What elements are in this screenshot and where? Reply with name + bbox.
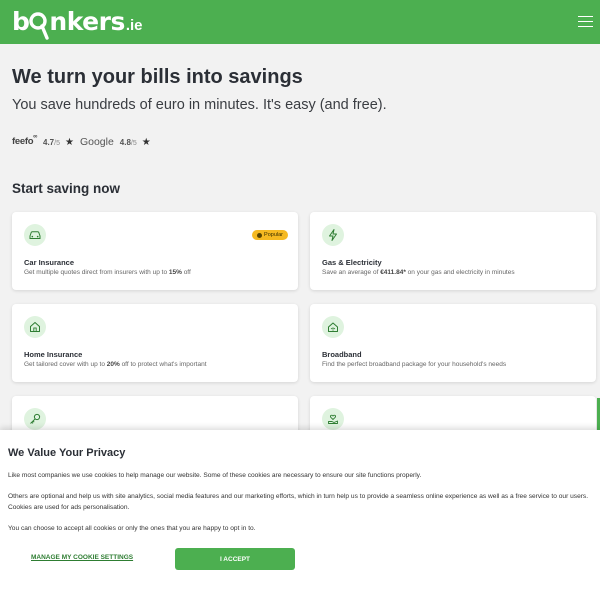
cookie-title: We Value Your Privacy [8, 447, 126, 459]
card-broadband[interactable]: Broadband Find the perfect broadband pac… [310, 304, 596, 382]
feefo-score: 4.7/5 [43, 137, 60, 147]
card-description: Get multiple quotes direct from insurers… [24, 269, 191, 276]
magnifier-o-icon [29, 7, 50, 40]
logo-brand-rest: nkers [49, 7, 125, 36]
google-score: 4.8/5 [119, 137, 137, 147]
cookie-paragraph-1: Like most companies we use cookies to he… [8, 472, 422, 479]
popular-badge: Popular [252, 230, 288, 240]
card-home-insurance[interactable]: Home Insurance Get tailored cover with u… [12, 304, 298, 382]
hero-subtitle: You save hundreds of euro in minutes. It… [12, 97, 387, 113]
star-icon: ★ [141, 136, 151, 148]
cookie-paragraph-3: You can choose to accept all cookies or … [8, 525, 256, 532]
card-gas-electricity[interactable]: Gas & Electricity Save an average of €41… [310, 212, 596, 290]
card-title: Broadband [322, 350, 362, 359]
car-icon [24, 224, 46, 246]
manage-cookie-settings-link[interactable]: MANAGE MY COOKIE SETTINGS [31, 554, 133, 561]
section-title: Start saving now [12, 181, 121, 196]
site-header: b nkers .ie [0, 0, 600, 44]
cookie-consent-banner: We Value Your Privacy Like most companie… [0, 430, 600, 600]
star-badge-icon [257, 232, 263, 238]
house-icon [24, 316, 46, 338]
broadband-house-icon [322, 316, 344, 338]
hand-heart-icon [322, 408, 344, 430]
cookie-paragraph-2: Others are optional and help us with sit… [8, 493, 589, 511]
card-car-insurance[interactable]: Popular Car Insurance Get multiple quote… [12, 212, 298, 290]
card-title: Home Insurance [24, 350, 83, 359]
logo-brand-text: b [12, 7, 30, 36]
star-icon: ★ [64, 136, 74, 148]
card-description: Save an average of €411.84* on your gas … [322, 269, 515, 276]
bonkers-logo[interactable]: b nkers .ie [12, 7, 143, 40]
card-description: Find the perfect broadband package for y… [322, 361, 507, 368]
ratings-bar: feefoºº 4.7/5 ★ Google 4.8/5 ★ [12, 136, 151, 148]
card-description: Get tailored cover with up to 20% off to… [24, 361, 207, 368]
card-title: Gas & Electricity [322, 258, 382, 267]
hamburger-menu-icon[interactable] [578, 12, 594, 32]
key-icon [24, 408, 46, 430]
hero-title: We turn your bills into savings [12, 66, 303, 88]
google-logo: Google [79, 136, 114, 148]
accept-cookies-button[interactable]: I ACCEPT [175, 548, 295, 570]
lightning-bolt-icon [322, 224, 344, 246]
feefo-logo: feefoºº [12, 136, 37, 148]
card-title: Car Insurance [24, 258, 75, 267]
logo-tld: .ie [125, 17, 143, 34]
